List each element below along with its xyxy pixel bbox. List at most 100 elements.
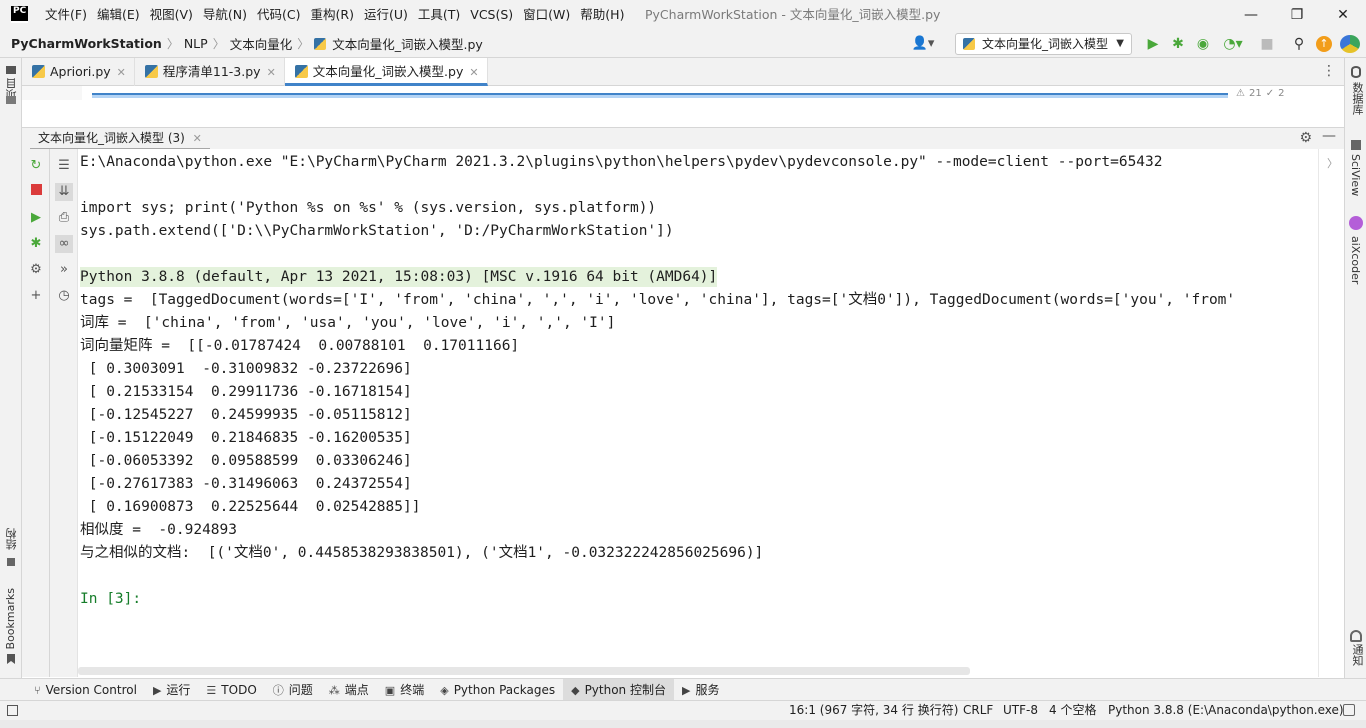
python-file-icon (314, 37, 327, 50)
horizontal-scrollbar[interactable] (78, 667, 970, 675)
hide-panel-icon[interactable]: — (1322, 128, 1336, 144)
tool-python-console[interactable]: ◆ Python 控制台 (563, 678, 674, 701)
menu-file[interactable]: 文件(F) (40, 0, 92, 30)
menu-tools[interactable]: 工具(T) (413, 0, 465, 30)
chevron-right-icon[interactable]: 〉 (1327, 155, 1338, 171)
menu-run[interactable]: 运行(U) (359, 0, 413, 30)
aixcoder-tool-button[interactable]: aiXcoder (1349, 236, 1362, 284)
soft-wrap-icon[interactable]: ☰ (55, 157, 73, 175)
tool-python-packages[interactable]: ◈ Python Packages (432, 679, 563, 701)
endpoint-icon: ⁂ (328, 683, 340, 697)
tool-todo[interactable]: ☰ TODO (198, 679, 264, 701)
folder-icon (6, 66, 16, 74)
editor-gutter (22, 86, 82, 100)
notifications-tool-button[interactable]: 通知 (1349, 644, 1365, 666)
scroll-to-end-icon[interactable]: ⇊ (55, 183, 73, 201)
python-file-icon (32, 64, 45, 78)
warning-icon: ⚠ (1236, 87, 1245, 99)
menu-help[interactable]: 帮助(H) (575, 0, 629, 30)
close-tab-icon[interactable]: ✕ (117, 66, 126, 79)
tool-problems[interactable]: ⓘ 问题 (265, 679, 321, 701)
show-variables-icon[interactable]: ∞ (55, 235, 73, 253)
python-interpreter[interactable]: Python 3.8.8 (E:\Anaconda\python.exe) (1108, 701, 1344, 720)
search-icon[interactable]: ⚲ (1290, 35, 1308, 53)
chevron-right-icon: 〉 (166, 37, 179, 51)
aixcoder-icon (1349, 216, 1363, 230)
console-line: 词向量矩阵 = [[-0.01787424 0.00788101 0.17011… (80, 338, 520, 354)
console-line: [ 0.3003091 -0.31009832 -0.23722696] (80, 361, 412, 377)
sciview-tool-button[interactable]: SciView (1349, 154, 1362, 196)
debug-icon[interactable]: ✱ (1169, 35, 1187, 53)
console-tab[interactable]: 文本向量化_词嵌入模型 (3) ✕ (30, 128, 210, 150)
console-line: [ 0.16900873 0.22525644 0.02542885]] (80, 499, 421, 515)
breadcrumb-folder-nlp[interactable]: NLP (181, 36, 211, 51)
print-icon[interactable]: ⎙ (55, 209, 73, 227)
maximize-button[interactable]: ❐ (1274, 0, 1320, 30)
tool-services[interactable]: ▶ 服务 (674, 679, 727, 701)
menu-code[interactable]: 代码(C) (252, 0, 305, 30)
breadcrumb-file[interactable]: 文本向量化_词嵌入模型.py (329, 34, 486, 53)
lock-icon[interactable] (1343, 704, 1355, 716)
breadcrumb-project[interactable]: PyCharmWorkStation (8, 36, 165, 51)
gear-icon[interactable]: ⚙ (1299, 130, 1312, 146)
stop-icon[interactable] (27, 183, 45, 201)
rerun-icon[interactable]: ↻ (27, 157, 45, 175)
profile-icon[interactable]: ◔▾ (1219, 35, 1247, 53)
menu-window[interactable]: 窗口(W) (518, 0, 575, 30)
menu-edit[interactable]: 编辑(E) (92, 0, 145, 30)
tool-run[interactable]: ▶ 运行 (145, 679, 198, 701)
close-button[interactable]: ✕ (1320, 0, 1366, 30)
tool-window-bar: ⑂ Version Control ▶ 运行 ☰ TODO ⓘ 问题 ⁂ 端点 ▣ 终端 ◈… (0, 678, 1366, 701)
menu-vcs[interactable]: VCS(S) (465, 0, 518, 30)
sciview-icon (1351, 140, 1361, 150)
warning-count: 21 (1248, 87, 1262, 99)
menu-view[interactable]: 视图(V) (145, 0, 198, 30)
bookmarks-tool-button[interactable]: Bookmarks (4, 588, 17, 649)
breadcrumb-folder[interactable]: 文本向量化 (227, 34, 296, 53)
close-tab-icon[interactable]: ✕ (193, 132, 202, 145)
database-tool-button[interactable]: 数据库 (1349, 82, 1365, 115)
tool-terminal[interactable]: ▣ 终端 (377, 679, 432, 701)
toolbox-icon[interactable] (1340, 35, 1360, 53)
console-prompt[interactable]: In [3]: (80, 589, 141, 609)
coverage-icon[interactable]: ◉ (1194, 35, 1212, 53)
console-line: 词库 = ['china', 'from', 'usa', 'you', 'lo… (80, 315, 616, 331)
add-icon[interactable]: + (27, 287, 45, 305)
tab-program-list[interactable]: 程序清单11-3.py ✕ (135, 57, 285, 86)
more-tabs-icon[interactable]: ⋮ (1322, 63, 1336, 79)
history-icon[interactable]: ◷ (55, 287, 73, 305)
left-tool-strip: 项目 结构 Bookmarks (0, 58, 22, 678)
indent-setting[interactable]: 4 个空格 (1049, 701, 1096, 720)
tab-apriori[interactable]: Apriori.py ✕ (22, 57, 135, 86)
stop-icon[interactable]: ■ (1258, 35, 1276, 53)
caret-position[interactable]: 16:1 (967 字符, 34 行 换行符) (789, 701, 958, 720)
tool-endpoints[interactable]: ⁂ 端点 (321, 679, 377, 701)
tab-word-embedding[interactable]: 文本向量化_词嵌入模型.py ✕ (284, 57, 488, 86)
run-config-select[interactable]: 文本向量化_词嵌入模型 ▼ (955, 33, 1132, 55)
editor-tabs: Apriori.py ✕ 程序清单11-3.py ✕ 文本向量化_词嵌入模型.py ✕… (22, 57, 1344, 86)
layout-icon[interactable] (7, 705, 18, 716)
settings-icon[interactable]: ⚙ (27, 261, 45, 279)
execute-icon[interactable]: ▶ (27, 209, 45, 227)
minimize-button[interactable]: — (1228, 0, 1274, 30)
close-tab-icon[interactable]: ✕ (469, 66, 478, 79)
line-separator[interactable]: CRLF (963, 701, 993, 720)
update-icon[interactable]: ↑ (1316, 36, 1332, 52)
debug-icon[interactable]: ✱ (27, 235, 45, 253)
python-file-icon (294, 64, 308, 78)
console-output[interactable]: E:\Anaconda\python.exe "E:\PyCharm\PyCha… (78, 149, 1318, 669)
tool-version-control[interactable]: ⑂ Version Control (26, 679, 145, 701)
user-icon[interactable]: 👤▾ (910, 35, 936, 53)
structure-tool-button[interactable]: 结构 (4, 528, 20, 550)
console-line: Python 3.8.8 (default, Apr 13 2021, 15:0… (80, 267, 718, 287)
menu-navigate[interactable]: 导航(N) (198, 0, 252, 30)
editor-area[interactable]: ⚠ 21 ✓ 2 (22, 86, 1344, 100)
inspection-widget[interactable]: ⚠ 21 ✓ 2 (1236, 86, 1284, 100)
command-queue-icon[interactable]: » (55, 261, 73, 279)
run-icon[interactable]: ▶ (1144, 35, 1162, 53)
run-icon: ▶ (152, 683, 162, 697)
close-tab-icon[interactable]: ✕ (267, 66, 276, 79)
tool-label: Python Packages (453, 682, 556, 697)
file-encoding[interactable]: UTF-8 (1003, 701, 1038, 720)
menu-refactor[interactable]: 重构(R) (306, 0, 359, 30)
